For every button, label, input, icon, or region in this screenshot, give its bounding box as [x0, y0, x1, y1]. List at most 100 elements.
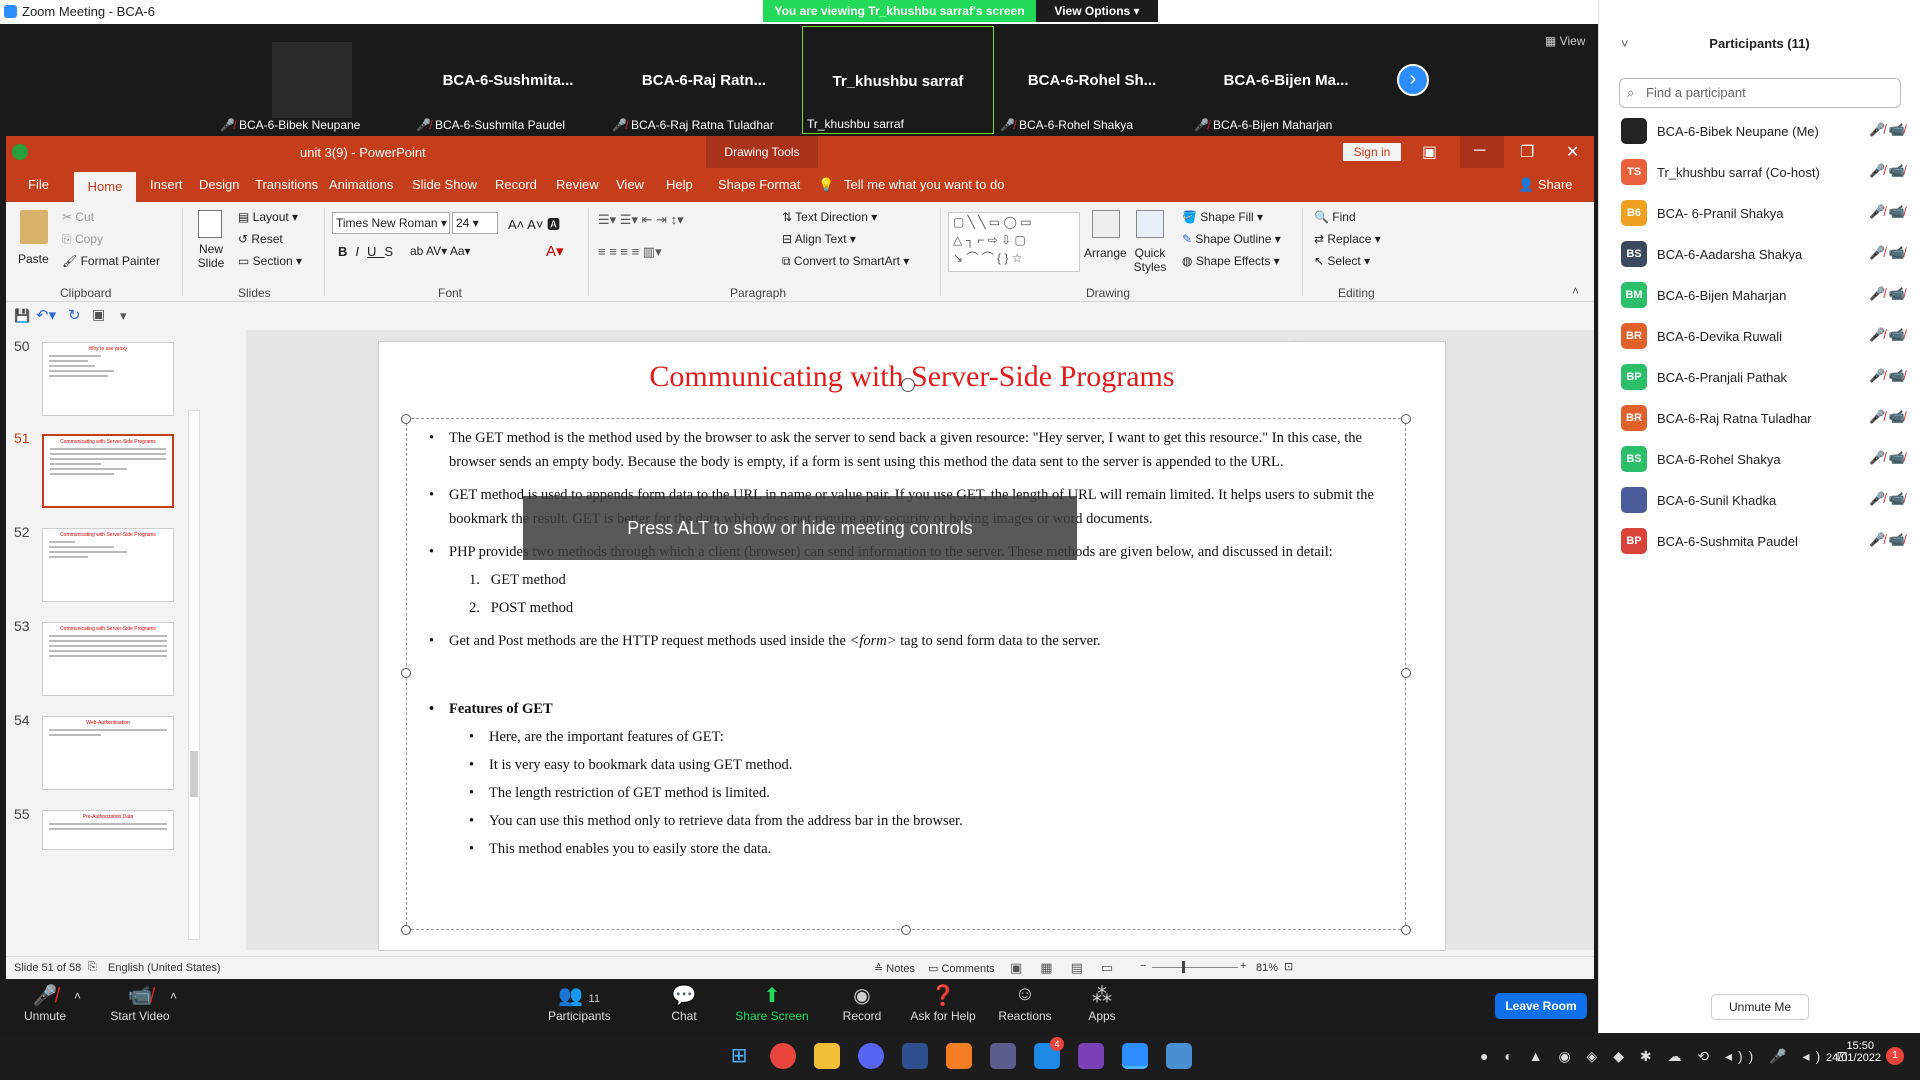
list-icons[interactable]: ☰▾ ☰▾ ⇤ ⇥ ↕▾ — [598, 212, 684, 228]
tab-insert[interactable]: Insert — [150, 177, 183, 192]
video-options-icon[interactable]: ˄ — [170, 989, 177, 1003]
tab-transitions[interactable]: Transitions — [255, 177, 318, 192]
new-slide-icon[interactable] — [198, 210, 222, 238]
ribbon-display-icon[interactable]: ▣ — [1422, 142, 1437, 162]
system-tray-icons[interactable]: ● ◐ ▲ ◉ ◈ ◆ ✱ ☁ ⟲ ◂)) 🎤 ◂) ⊡ — [1480, 1048, 1854, 1065]
slide-thumbnail[interactable]: Communicating with Server-Side Programs — [42, 622, 174, 696]
reset-button[interactable]: ↺ Reset — [238, 232, 283, 246]
unmute-button[interactable]: 🎤̸ Unmute — [20, 983, 70, 1023]
video-tile[interactable]: BCA-6-Bijen Ma... 🎤̸ BCA-6-Bijen Maharjan — [1190, 26, 1382, 134]
participant-row[interactable]: BP BCA-6-Sushmita Paudel 🎤̸ 📹̸ — [1621, 526, 1911, 558]
tab-animations[interactable]: Animations — [329, 177, 393, 192]
unmute-me-button[interactable]: Unmute Me — [1711, 994, 1809, 1020]
view-button[interactable]: ▦ View — [1545, 34, 1585, 48]
video-tile[interactable]: BCA-6-Rohel Sh... 🎤̸ BCA-6-Rohel Shakya — [996, 26, 1188, 134]
participant-row[interactable]: BR BCA-6-Devika Ruwali 🎤̸ 📹̸ — [1621, 321, 1911, 353]
audio-options-icon[interactable]: ˄ — [74, 989, 81, 1003]
slide-canvas[interactable]: Communicating with Server-Side Programs … — [378, 341, 1446, 951]
tab-shape-format[interactable]: Shape Format — [718, 177, 800, 192]
arrange-icon[interactable] — [1092, 210, 1120, 238]
slide-thumbnail[interactable]: Pre-Authorization Data — [42, 810, 174, 850]
next-page-icon[interactable]: › — [1397, 64, 1429, 96]
slide-thumbnail-selected[interactable]: Communicating with Server-Side Programs — [42, 434, 174, 508]
select-button[interactable]: ↖ Select ▾ — [1314, 254, 1370, 268]
copy-button[interactable]: ⎘ Copy — [62, 232, 103, 247]
resize-handle[interactable] — [401, 668, 411, 678]
share-screen-button[interactable]: ⬆ Share Screen — [734, 983, 810, 1023]
font-style-icons[interactable]: BIUS — [338, 244, 401, 259]
zoom-level[interactable]: 81% — [1256, 962, 1278, 974]
spellcheck-icon[interactable]: ⎘ — [88, 961, 97, 974]
redo-icon[interactable]: ↻ — [68, 306, 81, 324]
participant-row[interactable]: TS Tr_khushbu sarraf (Co-host) 🎤̸ 📹̸ — [1621, 157, 1911, 189]
view-mode-icons[interactable]: ▣▦▤▭ — [1010, 960, 1131, 976]
file-explorer-icon[interactable] — [814, 1043, 840, 1069]
font-grow-shrink-icons[interactable]: A˄ A˅ 🅰 — [508, 214, 560, 233]
tab-home[interactable]: Home — [74, 172, 136, 202]
comments-button[interactable]: ▭ Comments — [928, 962, 995, 975]
record-button[interactable]: ◉ Record — [840, 983, 884, 1023]
video-tile[interactable]: 🎤̸ BCA-6-Bibek Neupane — [216, 26, 408, 134]
app-icon[interactable] — [990, 1043, 1016, 1069]
store-icon[interactable]: 4 — [1034, 1037, 1064, 1069]
zoom-slider-thumb[interactable] — [1182, 961, 1185, 973]
align-text-button[interactable]: ⊟ Align Text ▾ — [782, 232, 856, 246]
tab-design[interactable]: Design — [199, 177, 239, 192]
cut-button[interactable]: ✂ Cut — [62, 210, 94, 224]
ask-for-help-button[interactable]: ❓ Ask for Help — [908, 983, 978, 1023]
tab-help[interactable]: Help — [666, 177, 693, 192]
align-icons[interactable]: ≡ ≡ ≡ ≡ ▥▾ — [598, 244, 662, 260]
shape-effects-button[interactable]: ◍ Shape Effects ▾ — [1182, 254, 1280, 268]
participant-row[interactable]: B6 BCA- 6-Pranil Shakya 🎤̸ 📹̸ — [1621, 198, 1911, 230]
participant-row[interactable]: BCA-6-Bibek Neupane (Me) 🎤̸ 📹̸ — [1621, 116, 1911, 148]
leave-room-button[interactable]: Leave Room — [1495, 993, 1587, 1019]
zoom-out-icon[interactable]: − — [1140, 960, 1146, 972]
fit-slide-icon[interactable]: ⊡ — [1284, 960, 1293, 973]
zoom-slider[interactable] — [1152, 967, 1238, 968]
slide-thumbnail[interactable]: Communicating with Server-Side Programs — [42, 528, 174, 602]
save-icon[interactable]: 💾 — [14, 308, 30, 324]
participants-button[interactable]: 👥 11 Participants — [548, 983, 611, 1023]
video-tile-active[interactable]: Tr_khushbu sarraf Tr_khushbu sarraf — [802, 26, 994, 134]
resize-handle[interactable] — [401, 925, 411, 935]
shape-fill-button[interactable]: 🪣 Shape Fill ▾ — [1182, 210, 1263, 224]
layout-button[interactable]: ▤ Layout ▾ — [238, 210, 298, 224]
discord-icon[interactable] — [858, 1043, 884, 1069]
shapes-gallery[interactable]: ▢ ╲ ╲ ▭ ◯ ▭ △ ┐ ⌐ ⇨ ⇩ ▢ ↘ ⌒ ⌒ { } ☆ — [948, 212, 1080, 272]
chrome-icon[interactable] — [770, 1043, 796, 1069]
quick-styles-icon[interactable] — [1136, 210, 1164, 238]
text-direction-button[interactable]: ⇅ Text Direction ▾ — [782, 210, 877, 224]
tab-review[interactable]: Review — [556, 177, 599, 192]
participant-row[interactable]: BP BCA-6-Pranjali Pathak 🎤̸ 📹̸ — [1621, 362, 1911, 394]
find-button[interactable]: 🔍 Find — [1314, 210, 1356, 224]
resize-handle[interactable] — [401, 414, 411, 424]
restore-icon[interactable]: ❐ — [1520, 142, 1534, 162]
tab-view[interactable]: View — [616, 177, 644, 192]
format-painter-button[interactable]: 🖌 Format Painter — [62, 254, 160, 268]
resize-handle[interactable] — [1401, 414, 1411, 424]
sign-in-button[interactable]: Sign in — [1343, 143, 1401, 161]
zoom-icon[interactable] — [1122, 1043, 1148, 1069]
resize-handle[interactable] — [1401, 668, 1411, 678]
participant-row[interactable]: BM BCA-6-Bijen Maharjan 🎤̸ 📹̸ — [1621, 280, 1911, 312]
notes-button[interactable]: ≙ Notes — [874, 962, 915, 975]
font-color-icon[interactable]: A▾ — [546, 242, 564, 260]
participant-row[interactable]: BCA-6-Sunil Khadka 🎤̸ 📹̸ — [1621, 485, 1911, 517]
resize-handle[interactable] — [1401, 925, 1411, 935]
visual-studio-icon[interactable] — [1078, 1043, 1104, 1069]
vpn-icon[interactable] — [1166, 1043, 1192, 1069]
section-button[interactable]: ▭ Section ▾ — [238, 254, 302, 268]
close-icon[interactable]: ✕ — [1566, 142, 1579, 162]
quick-styles-button[interactable]: Quick Styles — [1132, 246, 1168, 274]
slide-thumbnail[interactable]: Why to use proxy — [42, 342, 174, 416]
participant-row[interactable]: BS BCA-6-Rohel Shakya 🎤̸ 📹̸ — [1621, 444, 1911, 476]
paste-icon[interactable] — [20, 210, 48, 244]
tab-slide-show[interactable]: Slide Show — [412, 177, 477, 192]
customize-qat-icon[interactable]: ▾ — [120, 308, 127, 324]
language-label[interactable]: English (United States) — [108, 962, 221, 974]
scroll-thumb[interactable] — [190, 751, 198, 797]
resize-handle[interactable] — [901, 925, 911, 935]
notification-badge[interactable]: 1 — [1886, 1047, 1904, 1065]
rotate-handle-icon[interactable] — [901, 378, 915, 392]
font-size-select[interactable]: 24 ▾ — [452, 212, 498, 234]
